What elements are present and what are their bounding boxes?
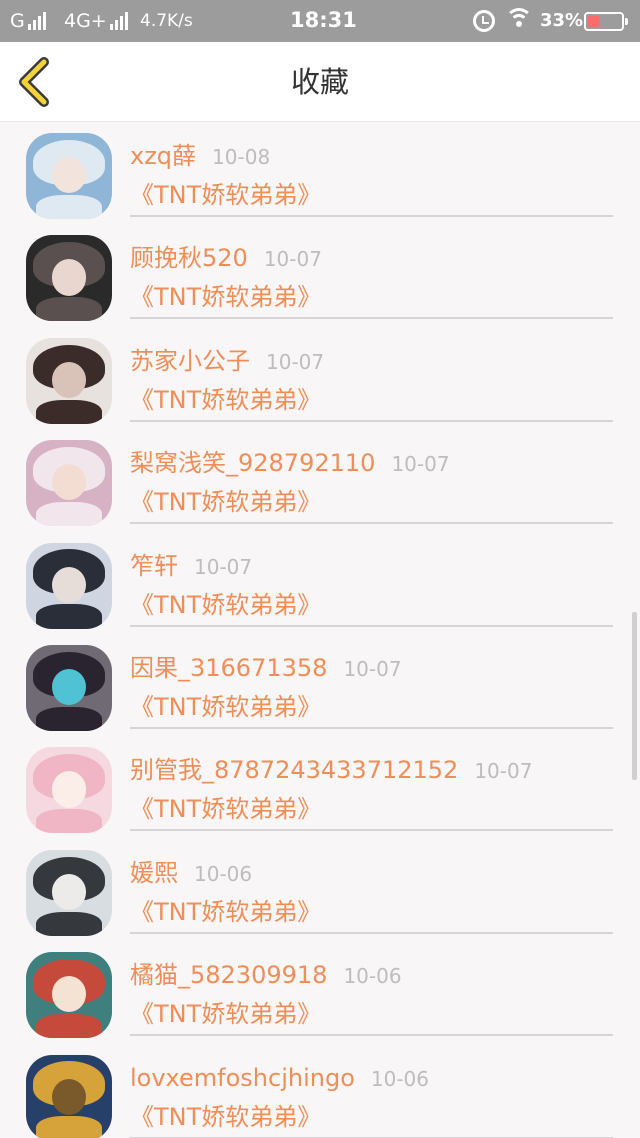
avatar[interactable] — [26, 440, 112, 527]
list-item[interactable]: 因果_316671358 10-07 《TNT娇软弟弟》 — [0, 635, 640, 737]
user-name-line: 笮轩 10-07 — [130, 551, 252, 582]
battery-percent: 33% — [540, 10, 584, 31]
date-label: 10-07 — [266, 349, 325, 374]
list-item[interactable]: xzq薛 10-08 《TNT娇软弟弟》 — [0, 123, 640, 225]
work-title[interactable]: 《TNT娇软弟弟》 — [130, 281, 321, 313]
avatar[interactable] — [26, 235, 112, 322]
alarm-icon — [473, 10, 495, 32]
work-title[interactable]: 《TNT娇软弟弟》 — [130, 179, 321, 211]
app-header: 收藏 — [0, 42, 640, 122]
list-item[interactable]: 橘猫_582309918 10-06 《TNT娇软弟弟》 — [0, 942, 640, 1044]
list-item[interactable]: 笮轩 10-07 《TNT娇软弟弟》 — [0, 533, 640, 635]
date-label: 10-07 — [194, 554, 253, 579]
date-label: 10-06 — [194, 861, 253, 886]
divider — [130, 829, 613, 832]
date-label: 10-07 — [474, 759, 533, 784]
avatar[interactable] — [26, 1054, 112, 1138]
user-name-line: 媛熙 10-06 — [130, 858, 252, 889]
user-name: lovxemfoshcjhingo — [130, 1063, 355, 1092]
work-title[interactable]: 《TNT娇软弟弟》 — [130, 896, 321, 928]
page-title: 收藏 — [290, 65, 349, 99]
list-item[interactable]: 顾挽秋520 10-07 《TNT娇软弟弟》 — [0, 225, 640, 327]
user-name-line: 苏家小公子 10-07 — [130, 346, 324, 377]
user-name-line: lovxemfoshcjhingo 10-06 — [130, 1063, 429, 1094]
list-item[interactable]: 别管我_8787243433712152 10-07 《TNT娇软弟弟》 — [0, 737, 640, 839]
user-name: 笮轩 — [130, 551, 178, 580]
work-title[interactable]: 《TNT娇软弟弟》 — [130, 589, 321, 621]
list-item[interactable]: 梨窝浅笑_928792110 10-07 《TNT娇软弟弟》 — [0, 430, 640, 532]
clock: 18:31 — [290, 8, 357, 32]
date-label: 10-07 — [263, 247, 322, 272]
work-title[interactable]: 《TNT娇软弟弟》 — [130, 486, 321, 518]
wifi-icon — [505, 8, 533, 30]
battery-icon — [584, 12, 628, 31]
user-name-line: 顾挽秋520 10-07 — [130, 243, 322, 274]
avatar[interactable] — [26, 849, 112, 936]
avatar[interactable] — [26, 133, 112, 219]
carrier-label: G — [10, 10, 25, 32]
user-name: 苏家小公子 — [130, 346, 250, 375]
network-label: 4G+ — [64, 10, 107, 32]
date-label: 10-06 — [370, 1066, 430, 1091]
user-name: xzq薛 — [130, 142, 197, 170]
divider — [130, 522, 613, 525]
avatar[interactable] — [26, 644, 112, 731]
avatar[interactable] — [26, 952, 112, 1039]
avatar[interactable] — [26, 337, 112, 424]
user-name: 橘猫_582309918 — [130, 961, 328, 990]
work-title[interactable]: 《TNT娇软弟弟》 — [130, 793, 321, 825]
user-name: 顾挽秋520 — [130, 244, 248, 273]
divider — [130, 419, 613, 422]
user-name-line: 因果_316671358 10-07 — [130, 653, 402, 684]
scrollbar[interactable] — [632, 612, 637, 780]
divider — [130, 1034, 613, 1037]
user-name: 媛熙 — [130, 858, 178, 887]
avatar[interactable] — [26, 747, 112, 834]
network-speed: 4.7K/s — [140, 11, 193, 31]
user-name: 别管我_8787243433712152 — [130, 756, 459, 785]
favorites-list: xzq薛 10-08 《TNT娇软弟弟》 顾挽秋520 10-07 《TNT娇软弟弟… — [0, 123, 640, 1138]
status-bar: G 4G+ 4.7K/s 18:31 33% — [0, 0, 640, 42]
work-title[interactable]: 《TNT娇软弟弟》 — [130, 691, 321, 723]
user-name-line: xzq薛 10-08 — [130, 141, 270, 172]
signal-icon — [28, 12, 48, 30]
date-label: 10-08 — [212, 145, 271, 169]
divider — [130, 624, 613, 627]
date-label: 10-07 — [391, 452, 450, 477]
signal-icon-2 — [110, 12, 130, 30]
work-title[interactable]: 《TNT娇软弟弟》 — [130, 998, 321, 1030]
work-title[interactable]: 《TNT娇软弟弟》 — [130, 384, 321, 416]
divider — [130, 931, 613, 934]
divider — [130, 726, 613, 729]
date-label: 10-07 — [343, 656, 402, 681]
avatar[interactable] — [26, 542, 112, 629]
user-name-line: 橘猫_582309918 10-06 — [130, 960, 402, 991]
list-item[interactable]: lovxemfoshcjhingo 10-06 《TNT娇软弟弟》 — [0, 1045, 640, 1138]
divider — [130, 215, 613, 217]
work-title[interactable]: 《TNT娇软弟弟》 — [130, 1101, 321, 1133]
list-item[interactable]: 苏家小公子 10-07 《TNT娇软弟弟》 — [0, 328, 640, 430]
user-name-line: 梨窝浅笑_928792110 10-07 — [130, 448, 450, 479]
user-name: 梨窝浅笑_928792110 — [130, 449, 376, 478]
list-item[interactable]: 媛熙 10-06 《TNT娇软弟弟》 — [0, 840, 640, 942]
user-name-line: 别管我_8787243433712152 10-07 — [130, 755, 532, 786]
user-name: 因果_316671358 — [130, 653, 328, 682]
date-label: 10-06 — [343, 964, 402, 989]
divider — [130, 317, 613, 320]
